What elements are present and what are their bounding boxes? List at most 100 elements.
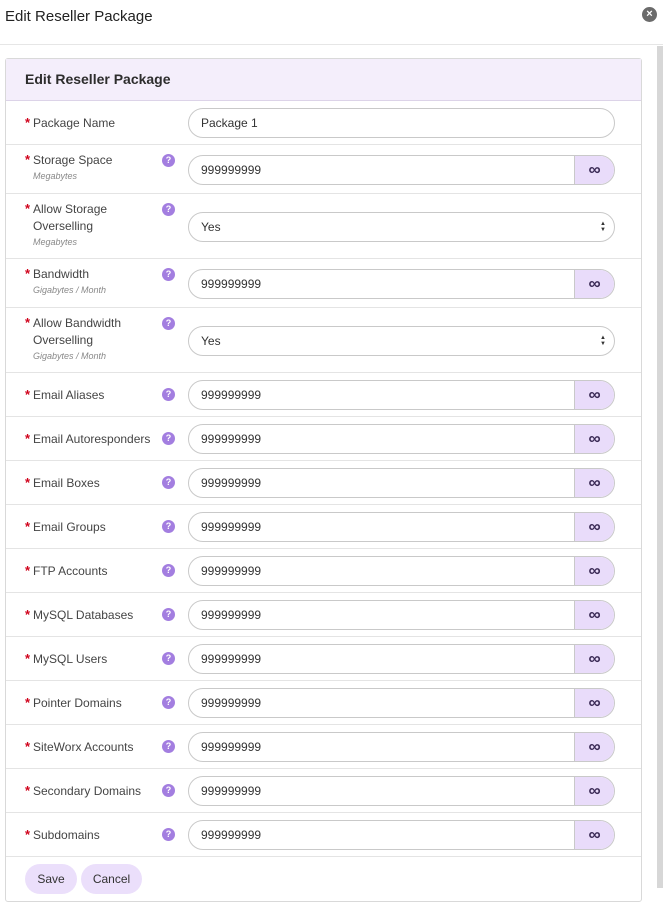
close-icon[interactable]: ×	[642, 7, 657, 22]
input-value: 999999999	[201, 828, 262, 842]
help-icon[interactable]: ?	[162, 268, 175, 281]
storage-space-input[interactable]: 999999999 ∞	[188, 154, 615, 185]
form-row-email-aliases: * Email Aliases? 999999999 ∞	[6, 373, 641, 417]
form-row-email-boxes: * Email Boxes? 999999999 ∞	[6, 461, 641, 505]
field-label-text: Subdomains	[33, 827, 100, 842]
field-label-text: Pointer Domains	[33, 695, 122, 710]
email-groups-input[interactable]: 999999999 ∞	[188, 512, 615, 542]
help-icon[interactable]: ?	[162, 154, 175, 167]
panel-title: Edit Reseller Package	[6, 59, 641, 101]
subdomains-input[interactable]: 999999999 ∞	[188, 820, 615, 850]
unlimited-infinity-button[interactable]: ∞	[574, 645, 614, 673]
required-marker: *	[25, 738, 31, 754]
field-label-group: * MySQL Users	[25, 651, 165, 668]
input-value: 999999999	[201, 696, 262, 710]
help-icon[interactable]: ?	[162, 783, 175, 797]
form-row-siteworx-accounts: * SiteWorx Accounts? 999999999 ∞	[6, 725, 641, 769]
dialog-title: Edit Reseller Package	[5, 8, 153, 25]
form-row-pointer-domains: * Pointer Domains? 999999999 ∞	[6, 681, 641, 725]
unlimited-infinity-button[interactable]: ∞	[574, 601, 614, 629]
form-row-package-name: * Package Name Package 1	[6, 101, 641, 145]
field-label: * FTP Accounts	[25, 563, 165, 580]
email-boxes-input[interactable]: 999999999 ∞	[188, 468, 615, 498]
field-label-text: Email Autoresponders	[33, 431, 151, 446]
field-label-group: * Email Boxes	[25, 475, 165, 492]
input-value: 999999999	[201, 432, 262, 446]
field-label: * Email Groups	[25, 519, 165, 536]
email-aliases-input[interactable]: 999999999 ∞	[188, 380, 615, 410]
field-unit-hint: Megabytes	[33, 237, 78, 247]
help-icon[interactable]: ?	[162, 827, 175, 841]
help-icon[interactable]: ?	[162, 739, 175, 753]
form-row-bandwidth: * Bandwidth Gigabytes / Month? 999999999 ∞	[6, 259, 641, 308]
field-label-group: * Email Aliases	[25, 387, 165, 404]
field-label-text: SiteWorx Accounts	[33, 739, 134, 754]
package-name-input[interactable]: Package 1	[188, 108, 615, 138]
field-label: * Email Autoresponders	[25, 431, 165, 448]
form-row-mysql-users: * MySQL Users? 999999999 ∞	[6, 637, 641, 681]
unlimited-infinity-button[interactable]: ∞	[574, 269, 614, 298]
allow-storage-overselling-select[interactable]: Yes ▲ ▼	[188, 211, 615, 242]
form-row-email-autoresponders: * Email Autoresponders? 999999999 ∞	[6, 417, 641, 461]
save-button[interactable]: Save	[25, 864, 77, 894]
field-unit-hint: Gigabytes / Month	[33, 351, 107, 361]
field-label-text: Bandwidth	[33, 267, 90, 281]
select-value: Yes	[201, 219, 221, 234]
input-value: 999999999	[201, 276, 262, 291]
allow-bandwidth-overselling-select[interactable]: Yes ▲ ▼	[188, 325, 615, 356]
help-icon[interactable]: ?	[162, 317, 175, 330]
unlimited-infinity-button[interactable]: ∞	[574, 425, 614, 453]
field-unit-hint: Megabytes	[33, 171, 78, 181]
field-label-group: * Allow Bandwidth Overselling Gigabytes / …	[25, 315, 165, 361]
unlimited-infinity-button[interactable]: ∞	[574, 733, 614, 761]
email-autoresponders-input[interactable]: 999999999 ∞	[188, 424, 615, 454]
input-value: 999999999	[201, 652, 262, 666]
unlimited-infinity-button[interactable]: ∞	[574, 689, 614, 717]
form-row-ftp-accounts: * FTP Accounts? 999999999 ∞	[6, 549, 641, 593]
pointer-domains-input[interactable]: 999999999 ∞	[188, 688, 615, 718]
select-caret-icon: ▲ ▼	[592, 327, 614, 355]
secondary-domains-input[interactable]: 999999999 ∞	[188, 776, 615, 806]
help-icon[interactable]: ?	[162, 203, 175, 216]
field-label: * Allow Storage Overselling	[25, 201, 125, 235]
ftp-accounts-input[interactable]: 999999999 ∞	[188, 556, 615, 586]
required-marker: *	[25, 474, 31, 490]
help-icon[interactable]: ?	[162, 695, 175, 709]
unlimited-infinity-button[interactable]: ∞	[574, 155, 614, 184]
mysql-databases-input[interactable]: 999999999 ∞	[188, 600, 615, 630]
field-label-group: * Bandwidth Gigabytes / Month	[25, 266, 165, 295]
help-icon[interactable]: ?	[162, 563, 175, 577]
field-label-text: MySQL Databases	[33, 607, 134, 622]
help-icon[interactable]: ?	[162, 519, 175, 533]
caret-down-icon: ▼	[600, 226, 606, 233]
unlimited-infinity-button[interactable]: ∞	[574, 513, 614, 541]
help-icon[interactable]: ?	[162, 475, 175, 489]
unlimited-infinity-button[interactable]: ∞	[574, 557, 614, 585]
field-label-group: * Allow Storage Overselling Megabytes	[25, 201, 165, 247]
field-label-group: * FTP Accounts	[25, 563, 165, 580]
required-marker: *	[25, 201, 31, 216]
bandwidth-input[interactable]: 999999999 ∞	[188, 268, 615, 299]
help-icon[interactable]: ?	[162, 607, 175, 621]
field-label-group: * Subdomains	[25, 827, 165, 844]
dialog-header: Edit Reseller Package ×	[0, 0, 663, 45]
field-label: * Allow Bandwidth Overselling	[25, 315, 125, 349]
field-label-text: Package Name	[33, 115, 116, 130]
unlimited-infinity-button[interactable]: ∞	[574, 381, 614, 409]
help-icon[interactable]: ?	[162, 387, 175, 401]
input-value: 999999999	[201, 162, 262, 177]
siteworx-accounts-input[interactable]: 999999999 ∞	[188, 732, 615, 762]
required-marker: *	[25, 430, 31, 446]
cancel-button[interactable]: Cancel	[81, 864, 142, 894]
unlimited-infinity-button[interactable]: ∞	[574, 777, 614, 805]
field-label-text: Allow Storage Overselling	[33, 202, 108, 233]
help-icon[interactable]: ?	[162, 431, 175, 445]
help-icon[interactable]: ?	[162, 651, 175, 665]
caret-down-icon: ▼	[600, 340, 606, 347]
mysql-users-input[interactable]: 999999999 ∞	[188, 644, 615, 674]
field-label: * MySQL Users	[25, 651, 165, 668]
scrollbar[interactable]	[657, 46, 663, 888]
field-label-group: * Storage Space Megabytes	[25, 152, 165, 181]
unlimited-infinity-button[interactable]: ∞	[574, 469, 614, 497]
unlimited-infinity-button[interactable]: ∞	[574, 821, 614, 849]
